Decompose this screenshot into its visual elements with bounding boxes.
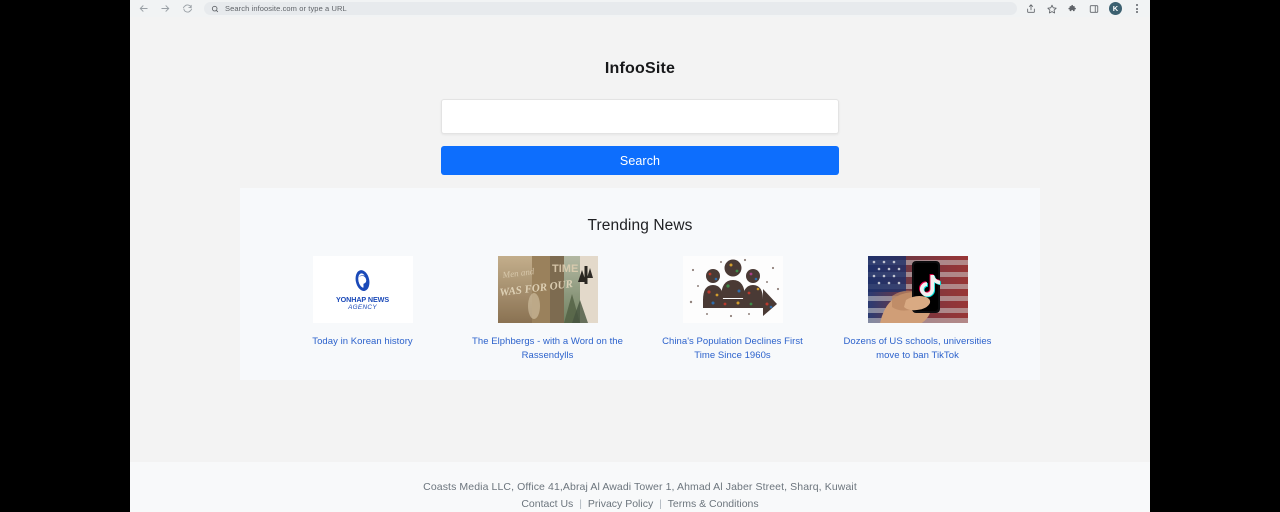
- yonhap-news-agency-logo: YONHAP NEWS AGENCY: [312, 256, 413, 323]
- search-block: Search: [441, 99, 839, 175]
- sepia-collage-graphic: Men and WAS FOR OUR TIME: [497, 256, 598, 323]
- search-input[interactable]: [441, 99, 839, 134]
- chrome-right-filler: [1150, 0, 1280, 17]
- tiktok-phone-graphic: [867, 256, 968, 323]
- yonhap-logo-wordmark: YONHAP NEWS: [335, 294, 390, 304]
- footer-address: Coasts Media LLC, Office 41,Abraj Al Awa…: [423, 481, 857, 493]
- profile-avatar[interactable]: K: [1109, 2, 1122, 15]
- yonhap-logo-subtext: AGENCY: [348, 303, 377, 311]
- reload-icon[interactable]: [181, 2, 194, 15]
- yonhap-emblem-icon: [355, 269, 370, 291]
- news-card-title: Dozens of US schools, universities move …: [843, 336, 992, 361]
- chrome-left-filler: [0, 0, 130, 17]
- search-icon: [211, 5, 219, 13]
- footer-link-terms-conditions[interactable]: Terms & Conditions: [668, 498, 759, 510]
- page-title: InfooSite: [604, 60, 676, 77]
- news-card-title: China's Population Declines First Time S…: [662, 336, 803, 361]
- footer-separator: |: [659, 498, 662, 510]
- news-card[interactable]: Dozens of US schools, universities move …: [830, 256, 1005, 363]
- footer-link-privacy-policy[interactable]: Privacy Policy: [588, 498, 653, 510]
- trending-news-heading: Trending News: [587, 217, 693, 234]
- trending-news-grid: YONHAP NEWS AGENCY Today in Korean histo…: [240, 235, 1040, 363]
- search-button[interactable]: Search: [441, 146, 839, 175]
- news-card-title: Today in Korean history: [312, 336, 413, 347]
- extensions-puzzle-icon[interactable]: [1067, 3, 1079, 15]
- forward-arrow-icon[interactable]: [159, 2, 172, 15]
- bookmark-star-icon[interactable]: [1046, 3, 1058, 15]
- footer-link-contact-us[interactable]: Contact Us: [521, 498, 573, 510]
- share-icon[interactable]: [1025, 3, 1037, 15]
- hand-holding-phone-tiktok-us-flag-photo: [867, 256, 968, 323]
- news-card-title: The Elphbergs - with a Word on the Rasse…: [472, 336, 623, 361]
- news-card[interactable]: China's Population Declines First Time S…: [645, 256, 820, 363]
- address-bar-text: Search infoosite.com or type a URL: [225, 4, 347, 13]
- trending-news-section: Trending News YONHAP NEWS AGENCY Today i…: [240, 188, 1040, 380]
- address-bar[interactable]: Search infoosite.com or type a URL: [204, 2, 1017, 15]
- crowd-arrow-photo: [682, 256, 783, 323]
- browser-toolbar: Search infoosite.com or type a URL K: [0, 0, 1280, 17]
- side-panel-icon[interactable]: [1088, 3, 1100, 15]
- footer-separator: |: [579, 498, 582, 510]
- site-footer: Coasts Media LLC, Office 41,Abraj Al Awa…: [130, 462, 1150, 512]
- back-arrow-icon[interactable]: [137, 2, 150, 15]
- browser-nav-buttons: [130, 2, 194, 15]
- news-card[interactable]: Men and WAS FOR OUR TIME The Elphbergs -…: [460, 256, 635, 363]
- news-card[interactable]: YONHAP NEWS AGENCY Today in Korean histo…: [275, 256, 450, 363]
- kebab-menu-icon[interactable]: [1131, 3, 1143, 15]
- footer-links: Contact Us | Privacy Policy | Terms & Co…: [130, 497, 1150, 512]
- sepia-collage-photo: Men and WAS FOR OUR TIME: [497, 256, 598, 323]
- page-viewport: InfooSite Search Trending News YONHAP NE…: [130, 17, 1150, 512]
- crowd-arrow-graphic: [682, 256, 783, 323]
- browser-toolbar-actions: K: [1025, 2, 1150, 15]
